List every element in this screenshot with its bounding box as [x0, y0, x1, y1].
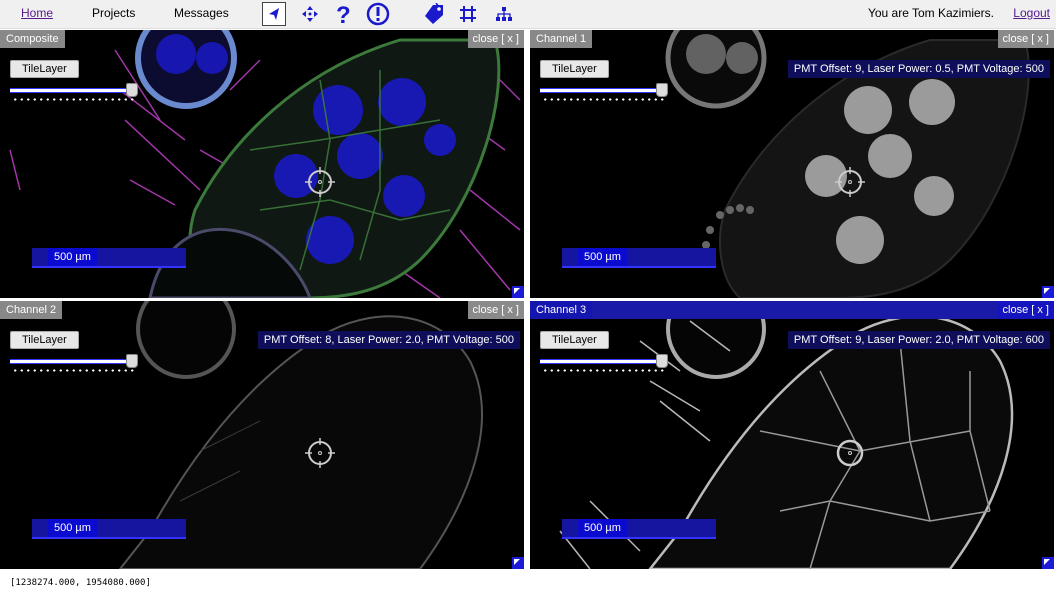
- panel-titlebar: [530, 301, 1054, 319]
- scale-bar-label: 500 µm: [578, 248, 627, 266]
- opacity-slider[interactable]: [540, 354, 668, 373]
- acquisition-info: PMT Offset: 8, Laser Power: 2.0, PMT Vol…: [257, 331, 520, 349]
- top-menu-bar: Home Projects Messages ? You are Tom Kaz…: [0, 0, 1056, 29]
- opacity-slider[interactable]: [10, 354, 138, 373]
- question-mark-icon: ?: [336, 2, 351, 26]
- opacity-slider[interactable]: [10, 83, 138, 102]
- close-button[interactable]: close [ x ]: [467, 30, 524, 48]
- move-arrows-icon: [302, 6, 318, 22]
- slider-thumb[interactable]: [656, 354, 668, 368]
- scale-bar-label: 500 µm: [48, 519, 97, 537]
- scale-bar: 500 µm: [562, 248, 716, 268]
- tag-icon: [425, 3, 443, 24]
- scale-bar: 500 µm: [32, 519, 186, 539]
- home-link[interactable]: Home: [21, 6, 53, 20]
- panel-title: Composite: [0, 30, 65, 48]
- messages-menu[interactable]: Messages: [174, 6, 229, 20]
- alert-tool-button[interactable]: [366, 2, 390, 26]
- close-button[interactable]: close [ x ]: [997, 301, 1054, 319]
- move-tool-button[interactable]: [298, 2, 322, 26]
- resize-corner-icon[interactable]: [512, 286, 524, 298]
- close-button[interactable]: close [ x ]: [467, 301, 524, 319]
- crosshair-icon: [305, 167, 335, 197]
- tilelayer-button[interactable]: TileLayer: [540, 60, 609, 78]
- tree-tool-button[interactable]: [492, 2, 516, 26]
- crosshair-icon: [835, 167, 865, 197]
- tilelayer-button[interactable]: TileLayer: [10, 60, 79, 78]
- arrow-pointer-icon: [269, 8, 279, 20]
- channel2-view-panel[interactable]: Channel 2 close [ x ] TileLayer PMT Offs…: [0, 301, 524, 569]
- acquisition-info: PMT Offset: 9, Laser Power: 0.5, PMT Vol…: [787, 60, 1050, 78]
- channel3-view-panel[interactable]: Channel 3 close [ x ] TileLayer PMT Offs…: [530, 301, 1054, 569]
- opacity-slider[interactable]: [540, 83, 668, 102]
- help-tool-button[interactable]: ?: [331, 2, 355, 26]
- channel1-view-panel[interactable]: Channel 1 close [ x ] TileLayer PMT Offs…: [530, 30, 1054, 298]
- slider-thumb[interactable]: [656, 83, 668, 97]
- scale-bar-label: 500 µm: [48, 248, 97, 266]
- scale-bar: 500 µm: [32, 248, 186, 268]
- crop-tool-button[interactable]: [456, 2, 480, 26]
- resize-corner-icon[interactable]: [1042, 557, 1054, 569]
- user-greeting: You are Tom Kazimiers.: [867, 6, 994, 20]
- composite-view-panel[interactable]: Composite close [ x ] TileLayer 500 µm: [0, 30, 524, 298]
- crop-frame-icon: [460, 6, 476, 22]
- resize-corner-icon[interactable]: [1042, 286, 1054, 298]
- crosshair-icon: [305, 438, 335, 468]
- navigate-tool-button[interactable]: [262, 2, 286, 26]
- close-button[interactable]: close [ x ]: [997, 30, 1054, 48]
- cursor-coordinates: [1238274.000, 1954080.000]: [10, 578, 151, 588]
- exclamation-circle-icon: [366, 2, 390, 26]
- tree-structure-icon: [496, 7, 512, 21]
- logout-link[interactable]: Logout: [1013, 6, 1050, 20]
- tilelayer-button[interactable]: TileLayer: [10, 331, 79, 349]
- svg-text:?: ?: [336, 2, 351, 26]
- slider-thumb[interactable]: [126, 354, 138, 368]
- scale-bar: 500 µm: [562, 519, 716, 539]
- panel-title: Channel 2: [0, 301, 63, 319]
- tilelayer-button[interactable]: TileLayer: [540, 331, 609, 349]
- panel-title: Channel 3: [530, 301, 593, 319]
- crosshair-icon: [836, 439, 864, 467]
- slider-thumb[interactable]: [126, 83, 138, 97]
- projects-menu[interactable]: Projects: [92, 6, 135, 20]
- resize-corner-icon[interactable]: [512, 557, 524, 569]
- panel-title: Channel 1: [530, 30, 593, 48]
- scale-bar-label: 500 µm: [578, 519, 627, 537]
- tag-tool-button[interactable]: [422, 2, 446, 26]
- acquisition-info: PMT Offset: 9, Laser Power: 2.0, PMT Vol…: [787, 331, 1050, 349]
